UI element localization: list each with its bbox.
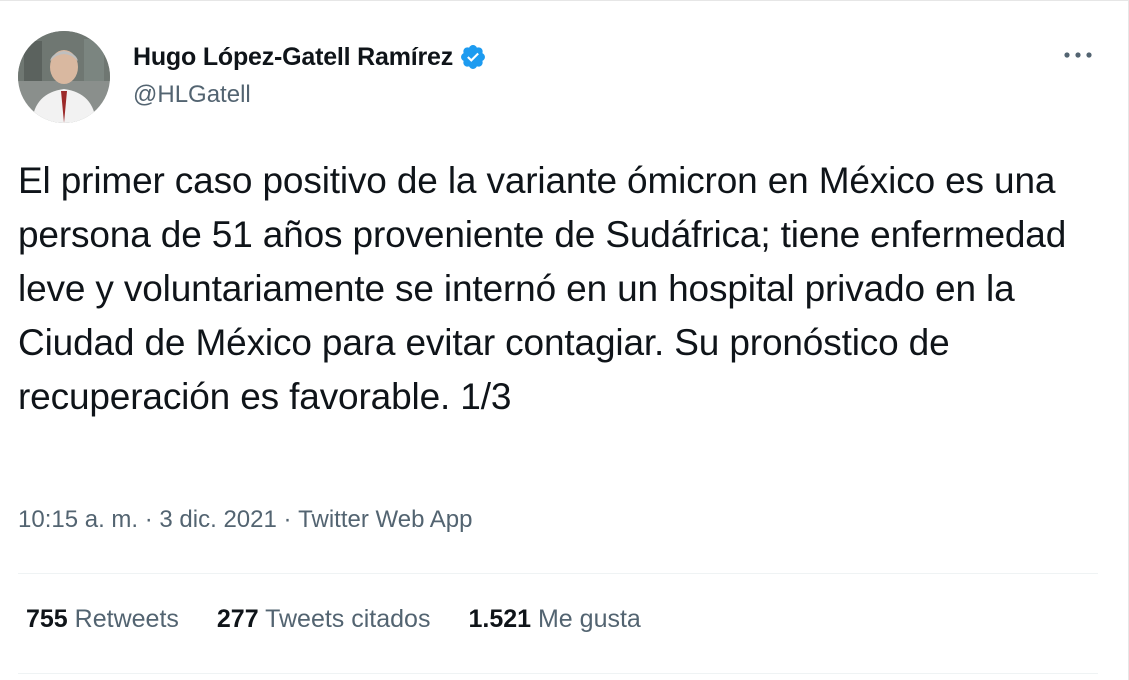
tweet-timestamp[interactable]: 10:15 a. m.: [18, 506, 138, 534]
likes-label: Me gusta: [537, 605, 641, 633]
tweet-date[interactable]: 3 dic. 2021: [159, 506, 276, 534]
tweet-source[interactable]: Twitter Web App: [298, 506, 472, 534]
quote-tweets-count: 277: [216, 605, 259, 633]
author-name-row: Hugo López-Gatell Ramírez: [133, 39, 487, 75]
avatar[interactable]: [18, 31, 110, 123]
ellipsis-icon: [1064, 52, 1092, 58]
likes-count: 1.521: [468, 605, 532, 633]
author-handle[interactable]: @HLGatell: [133, 81, 251, 109]
retweets-label: Retweets: [74, 605, 179, 633]
tweet-text: El primer caso positivo de la variante ó…: [18, 160, 1067, 417]
tweet-card: Hugo López-Gatell Ramírez @HLGatell El p…: [0, 0, 1129, 680]
more-options-button[interactable]: [1058, 39, 1098, 71]
meta-separator: ·: [138, 506, 160, 533]
verified-badge-icon: [459, 43, 487, 71]
quote-tweets-label: Tweets citados: [265, 605, 431, 633]
meta-separator: ·: [276, 506, 299, 533]
quote-tweets-stat[interactable]: 277 Tweets citados: [217, 605, 431, 634]
tweet-stats: 755 Retweets 277 Tweets citados 1.521 Me…: [26, 605, 679, 634]
author-display-name[interactable]: Hugo López-Gatell Ramírez: [133, 43, 453, 72]
profile-photo-avatar: [18, 31, 110, 123]
likes-stat[interactable]: 1.521 Me gusta: [468, 605, 640, 634]
divider: [18, 673, 1098, 674]
tweet-metadata: 10:15 a. m. · 3 dic. 2021 · Twitter Web …: [18, 506, 472, 534]
retweets-stat[interactable]: 755 Retweets: [26, 605, 179, 634]
retweets-count: 755: [26, 605, 68, 633]
divider: [18, 573, 1098, 574]
